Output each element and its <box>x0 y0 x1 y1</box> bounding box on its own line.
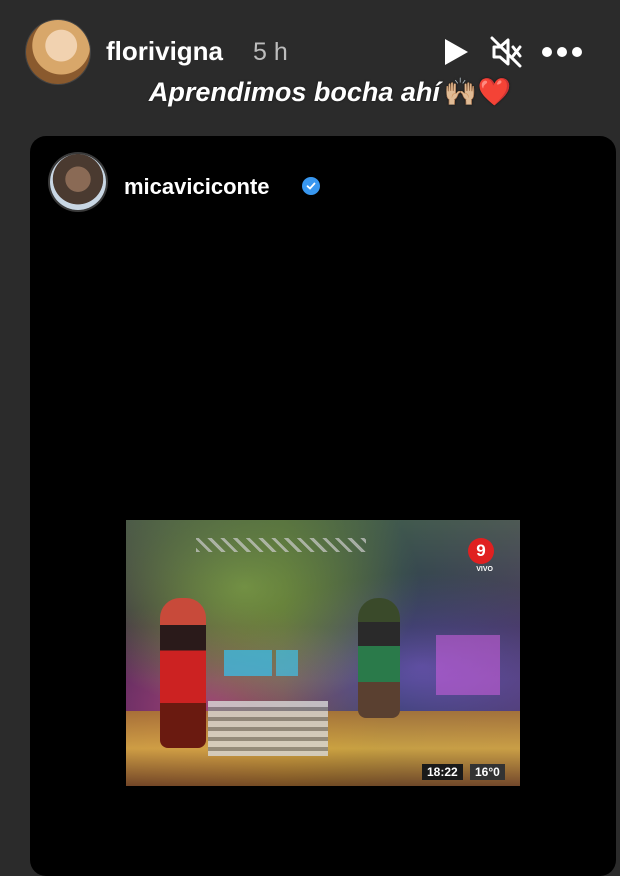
play-button[interactable] <box>434 30 478 74</box>
verified-badge-icon <box>302 177 320 195</box>
story-author-avatar[interactable] <box>26 20 90 84</box>
shared-post-avatar[interactable] <box>50 154 106 210</box>
story-caption-text: Aprendimos bocha ahí <box>148 77 440 107</box>
muted-speaker-icon <box>490 36 522 68</box>
broadcast-clock: 18:22 <box>422 764 463 780</box>
more-options-button[interactable] <box>540 30 584 74</box>
stage-screen <box>224 650 272 676</box>
story-caption: Aprendimos bocha ahí 🙌🏼❤️ <box>0 76 620 108</box>
mute-button[interactable] <box>484 30 528 74</box>
stage-light-panel <box>436 635 500 695</box>
story-author-username[interactable]: florivigna <box>106 36 223 67</box>
broadcast-temperature: 16°0 <box>470 764 505 780</box>
story-header: florivigna 5 h Aprendimos bocha ahí 🙌🏼❤️ <box>0 0 620 107</box>
play-icon <box>445 39 468 65</box>
dancer-figure <box>160 598 206 748</box>
stage-stairs <box>208 701 328 756</box>
stage-truss <box>196 538 366 552</box>
stage-screen <box>276 650 298 676</box>
story-timestamp: 5 h <box>253 38 288 66</box>
channel-logo: 9 <box>468 538 494 564</box>
dancer-figure <box>358 598 400 718</box>
story-caption-emoji: 🙌🏼❤️ <box>443 77 512 107</box>
shared-post-username[interactable]: micaviciconte <box>124 174 270 200</box>
live-label: VIVO <box>476 566 493 573</box>
more-options-icon <box>542 47 582 57</box>
shared-post-card[interactable]: micaviciconte 9 VIVO 18:22 16°0 <box>30 136 616 876</box>
shared-video-frame[interactable]: 9 VIVO 18:22 16°0 <box>126 520 520 786</box>
